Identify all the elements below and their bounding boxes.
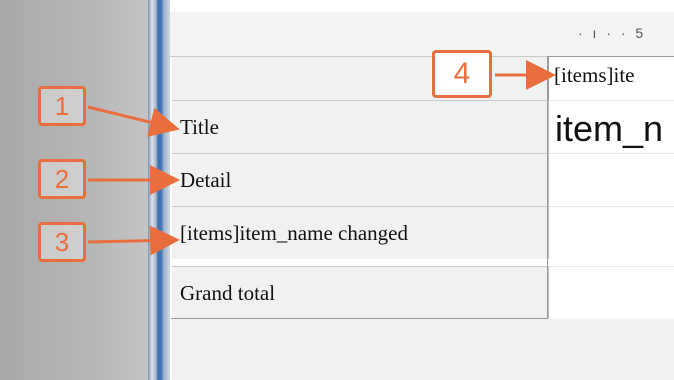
arrow-3-icon [87, 225, 180, 256]
callout-arrows [87, 60, 556, 256]
arrow-1-icon [87, 105, 180, 137]
